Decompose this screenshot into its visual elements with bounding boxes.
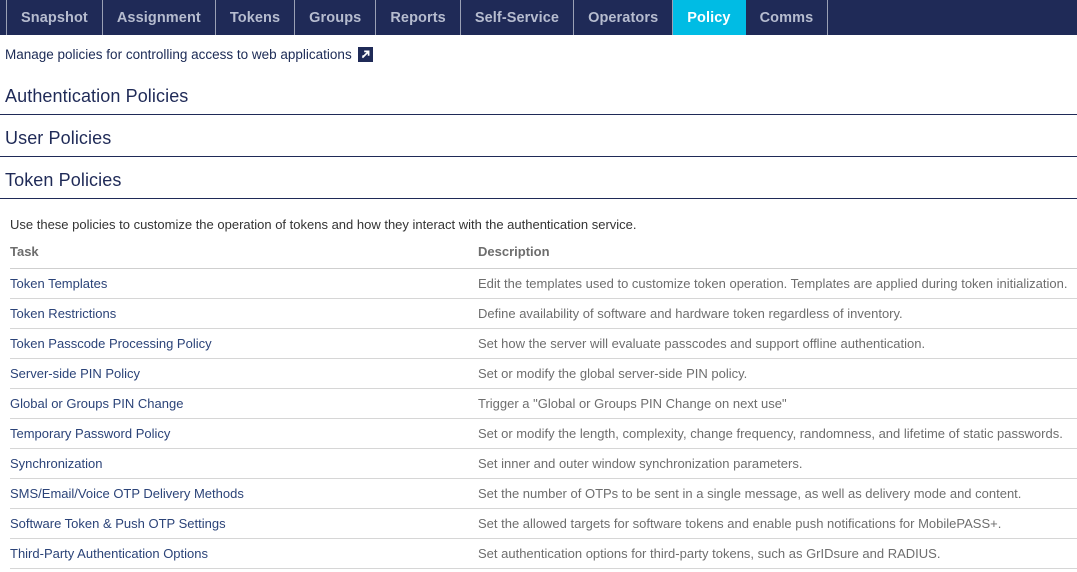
task-link-sms-email-voice-otp-delivery-methods[interactable]: SMS/Email/Voice OTP Delivery Methods	[10, 486, 244, 501]
task-link-token-templates[interactable]: Token Templates	[10, 276, 107, 291]
external-link-icon[interactable]	[357, 47, 373, 62]
table-row: Global or Groups PIN Change Trigger a "G…	[10, 388, 1077, 419]
task-link-software-token-push-otp-settings[interactable]: Software Token & Push OTP Settings	[10, 516, 226, 531]
nav-tab-assignment[interactable]: Assignment	[103, 0, 216, 35]
table-row: Server-side PIN Policy Set or modify the…	[10, 358, 1077, 389]
table-row: Token Passcode Processing Policy Set how…	[10, 328, 1077, 359]
nav-tab-groups[interactable]: Groups	[295, 0, 377, 35]
table-row: Temporary Password Policy Set or modify …	[10, 418, 1077, 449]
table-cell-description: Set authentication options for third-par…	[478, 538, 1077, 569]
table-cell-description: Set the number of OTPs to be sent in a s…	[478, 478, 1077, 509]
table-cell-task: Software Token & Push OTP Settings	[10, 508, 478, 539]
nav-tab-reports[interactable]: Reports	[376, 0, 461, 35]
task-link-third-party-authentication-options[interactable]: Third-Party Authentication Options	[10, 546, 208, 561]
section-heading-authentication-policies: Authentication Policies	[0, 80, 1077, 115]
nav-tab-tokens[interactable]: Tokens	[216, 0, 296, 35]
task-link-token-passcode-processing-policy[interactable]: Token Passcode Processing Policy	[10, 336, 212, 351]
column-header-description: Description	[478, 244, 1077, 269]
table-header-row: Task Description	[10, 244, 1077, 269]
table-row: Token Restrictions Define availability o…	[10, 298, 1077, 329]
table-row: Software Token & Push OTP Settings Set t…	[10, 508, 1077, 539]
task-link-global-or-groups-pin-change[interactable]: Global or Groups PIN Change	[10, 396, 183, 411]
table-cell-task: Global or Groups PIN Change	[10, 388, 478, 419]
table-cell-task: Third-Party Authentication Options	[10, 538, 478, 569]
nav-tab-policy[interactable]: Policy	[673, 0, 746, 35]
token-policies-intro-text: Use these policies to customize the oper…	[10, 217, 637, 232]
table-cell-task: Server-side PIN Policy	[10, 358, 478, 389]
task-link-server-side-pin-policy[interactable]: Server-side PIN Policy	[10, 366, 140, 381]
section-heading-token-policies: Token Policies	[0, 164, 1077, 199]
nav-tab-self-service[interactable]: Self-Service	[461, 0, 575, 35]
table-cell-description: Edit the templates used to customize tok…	[478, 268, 1077, 299]
table-cell-task: Token Restrictions	[10, 298, 478, 329]
table-cell-task: Token Templates	[10, 268, 478, 299]
table-cell-description: Set the allowed targets for software tok…	[478, 508, 1077, 539]
task-link-synchronization[interactable]: Synchronization	[10, 456, 103, 471]
main-navigation-bar: Snapshot Assignment Tokens Groups Report…	[0, 0, 1077, 35]
nav-tab-operators[interactable]: Operators	[574, 0, 674, 35]
table-cell-description: Define availability of software and hard…	[478, 298, 1077, 329]
column-header-task: Task	[10, 244, 478, 269]
page-subtitle: Manage policies for controlling access t…	[0, 35, 1077, 72]
table-cell-task: Synchronization	[10, 448, 478, 479]
table-cell-description: Set or modify the length, complexity, ch…	[478, 418, 1077, 449]
nav-tab-comms[interactable]: Comms	[746, 0, 829, 35]
page-subtitle-text: Manage policies for controlling access t…	[5, 47, 352, 62]
table-cell-description: Trigger a "Global or Groups PIN Change o…	[478, 388, 1077, 419]
table-row: Token Templates Edit the templates used …	[10, 268, 1077, 299]
table-row: Synchronization Set inner and outer wind…	[10, 448, 1077, 479]
section-heading-user-policies: User Policies	[0, 122, 1077, 157]
table-cell-task: SMS/Email/Voice OTP Delivery Methods	[10, 478, 478, 509]
nav-empty-space	[828, 0, 1077, 35]
table-cell-description: Set how the server will evaluate passcod…	[478, 328, 1077, 359]
table-row: SMS/Email/Voice OTP Delivery Methods Set…	[10, 478, 1077, 509]
task-link-token-restrictions[interactable]: Token Restrictions	[10, 306, 116, 321]
nav-tab-snapshot[interactable]: Snapshot	[6, 0, 103, 35]
table-cell-task: Temporary Password Policy	[10, 418, 478, 449]
table-cell-description: Set or modify the global server-side PIN…	[478, 358, 1077, 389]
token-policies-table: Task Description Token Templates Edit th…	[10, 244, 1077, 569]
table-cell-task: Token Passcode Processing Policy	[10, 328, 478, 359]
task-link-temporary-password-policy[interactable]: Temporary Password Policy	[10, 426, 170, 441]
table-row: Third-Party Authentication Options Set a…	[10, 538, 1077, 569]
table-cell-description: Set inner and outer window synchronizati…	[478, 448, 1077, 479]
